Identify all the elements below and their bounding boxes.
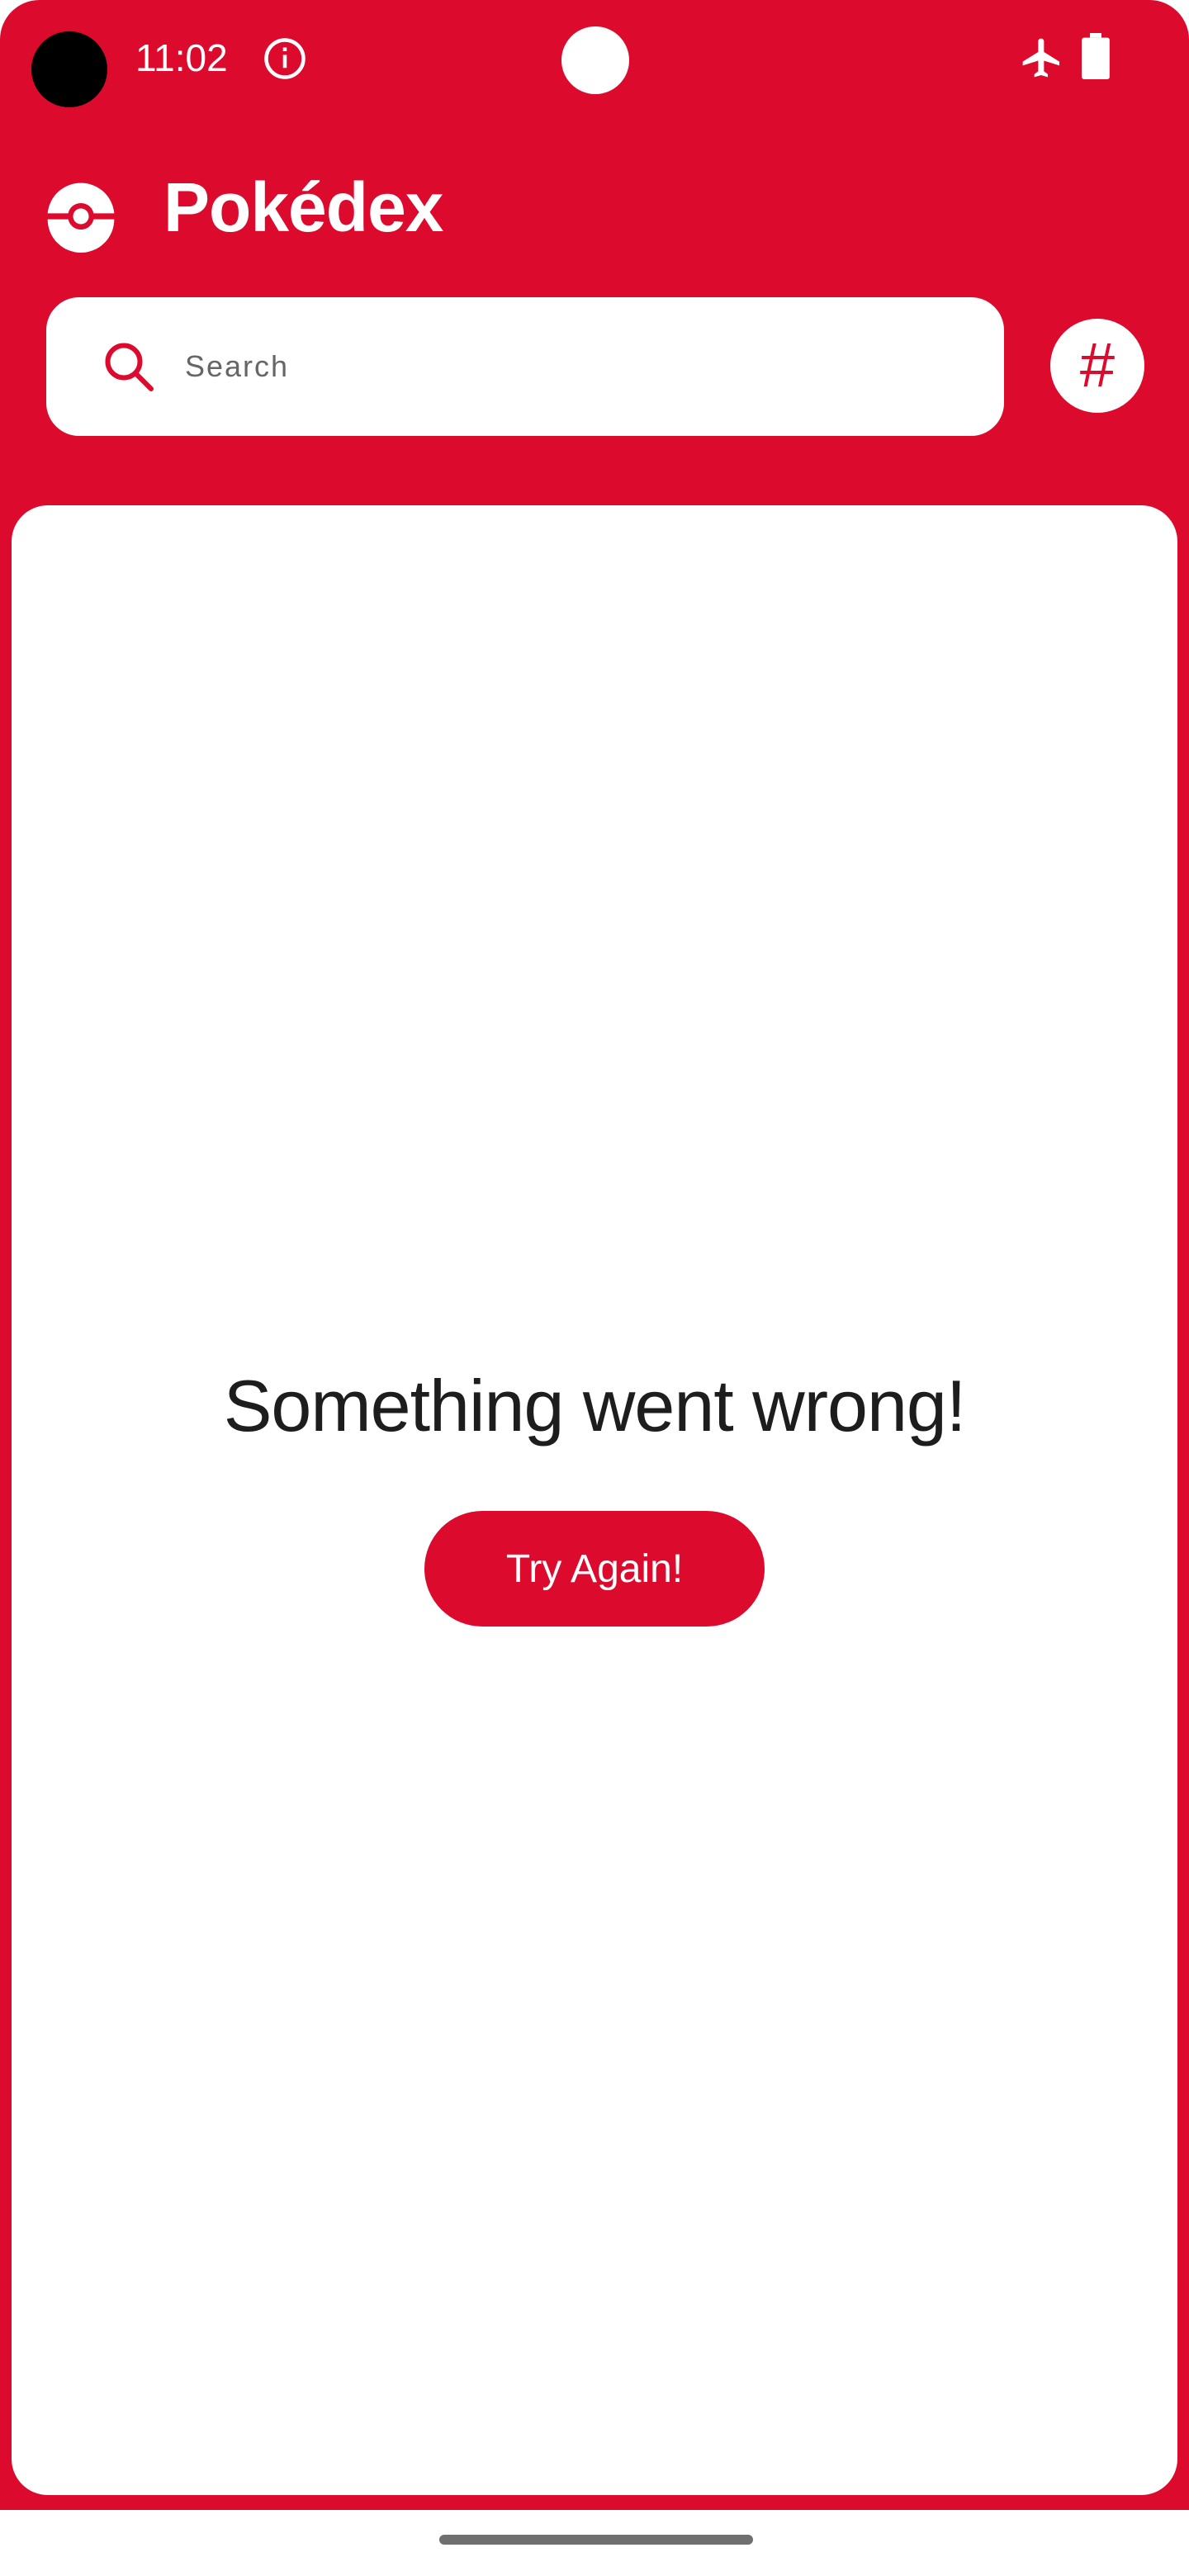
sort-by-number-button[interactable]: # bbox=[1050, 319, 1144, 413]
search-input[interactable] bbox=[185, 334, 978, 400]
app-title: Pokédex bbox=[163, 168, 444, 246]
content-card: Something went wrong! Try Again! bbox=[12, 505, 1177, 2495]
search-icon bbox=[105, 343, 154, 391]
pokeball-icon bbox=[47, 182, 115, 253]
gesture-nav-bar[interactable] bbox=[439, 2535, 753, 2545]
camera-cutout bbox=[31, 31, 107, 107]
info-icon bbox=[264, 38, 306, 79]
battery-icon bbox=[1082, 33, 1110, 79]
pokedex-screen: 11:02 Pokédex # Something went wrong! Tr… bbox=[0, 0, 1189, 2576]
front-camera bbox=[561, 26, 629, 94]
status-time: 11:02 bbox=[135, 36, 228, 79]
try-again-button[interactable]: Try Again! bbox=[424, 1511, 765, 1627]
search-bar[interactable] bbox=[46, 297, 1004, 436]
airplane-icon bbox=[1022, 38, 1059, 78]
error-message: Something went wrong! bbox=[223, 1365, 967, 1447]
